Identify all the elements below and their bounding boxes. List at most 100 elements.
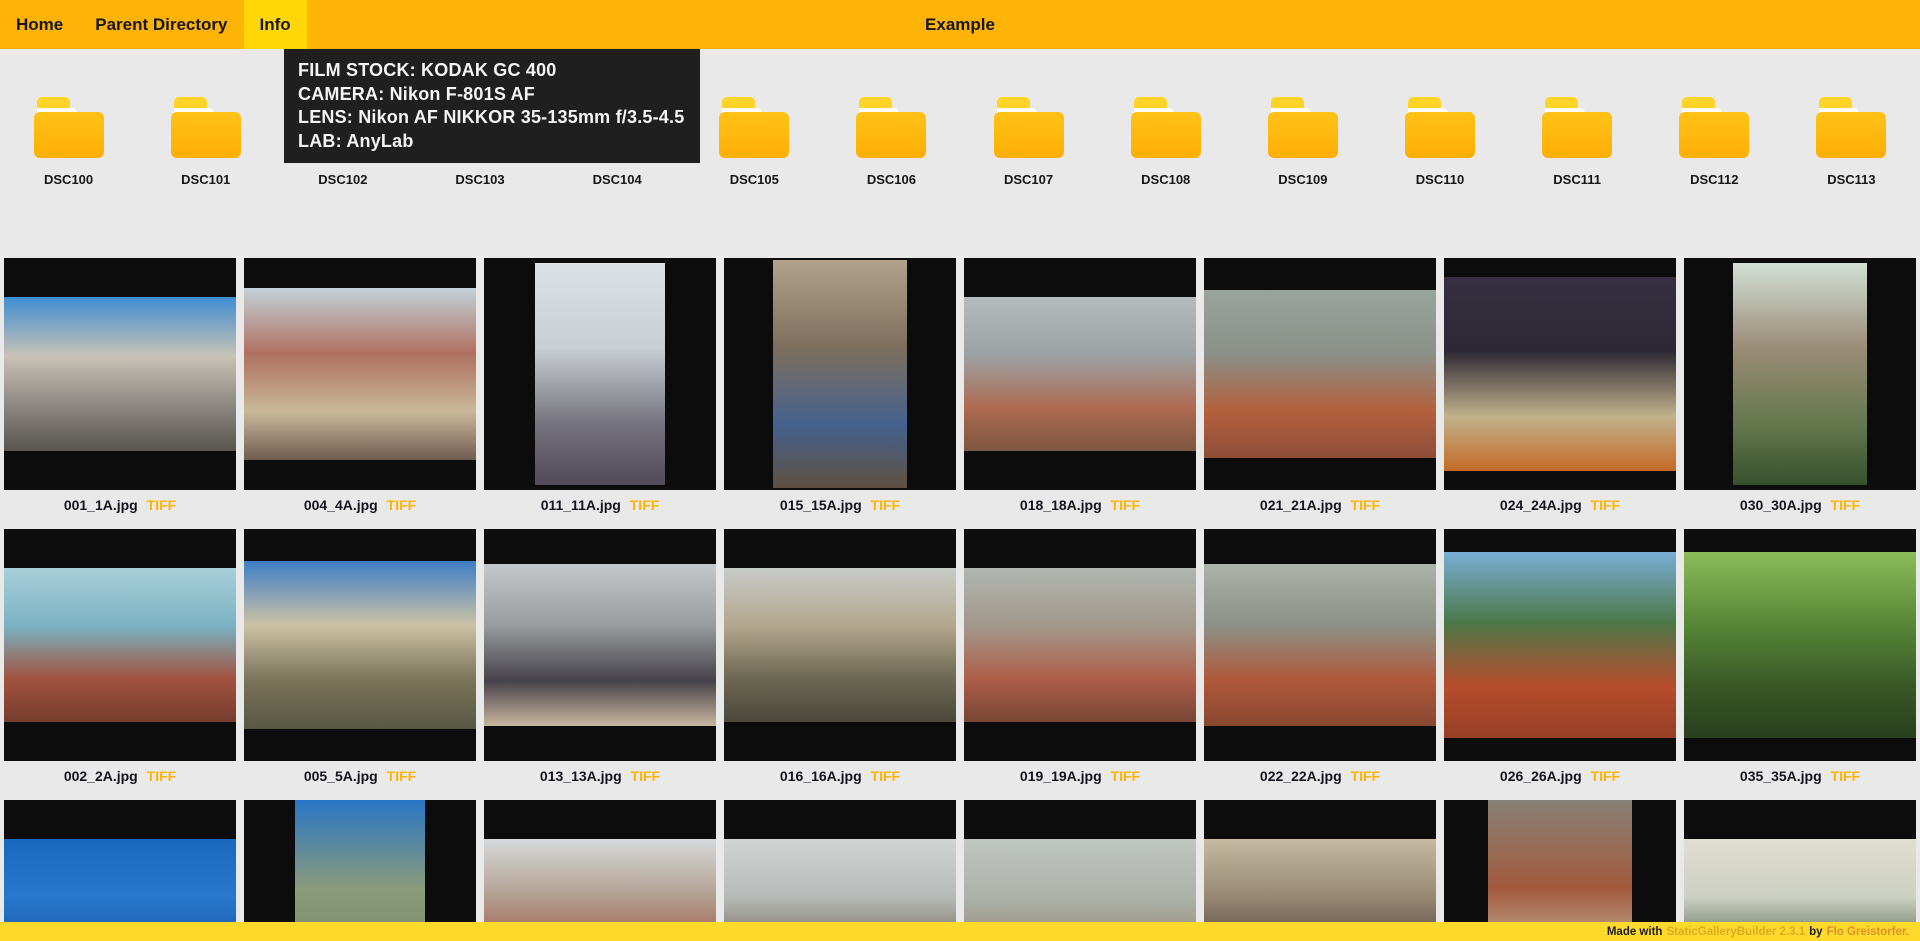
thumbnail[interactable] <box>244 800 476 941</box>
photo-filename: 035_35A.jpg <box>1740 768 1822 784</box>
folder-item-dsc108[interactable]: DSC108 <box>1097 97 1234 258</box>
photo-filename: 022_22A.jpg <box>1260 768 1342 784</box>
thumbnail[interactable] <box>1204 800 1436 941</box>
thumbnail[interactable] <box>244 529 476 761</box>
thumbnail[interactable] <box>4 529 236 761</box>
thumbnail[interactable] <box>1444 258 1676 490</box>
folder-item-dsc106[interactable]: DSC106 <box>823 97 960 258</box>
photo-placeholder <box>1684 552 1916 738</box>
tiff-link[interactable]: TIFF <box>387 497 417 513</box>
thumbnail[interactable] <box>724 258 956 490</box>
folder-item-dsc101[interactable]: DSC101 <box>137 97 274 258</box>
nav-item-home[interactable]: Home <box>0 0 79 49</box>
footer: Made with StaticGalleryBuilder 2.3.1 by … <box>0 922 1920 941</box>
photo-caption: 030_30A.jpg TIFF <box>1684 493 1916 517</box>
thumbnail[interactable] <box>484 258 716 490</box>
nav-item-parent-directory[interactable]: Parent Directory <box>79 0 243 49</box>
tiff-link[interactable]: TIFF <box>387 768 417 784</box>
gallery-item: 005_5A.jpg TIFF <box>244 529 476 800</box>
folder-icon <box>1539 97 1615 159</box>
photo-placeholder <box>484 564 716 726</box>
tiff-link[interactable]: TIFF <box>147 497 177 513</box>
photo-filename: 004_4A.jpg <box>304 497 378 513</box>
photo-caption: 001_1A.jpg TIFF <box>4 493 236 517</box>
thumbnail[interactable] <box>964 258 1196 490</box>
thumbnail[interactable] <box>1684 529 1916 761</box>
gallery-row: 002_2A.jpg TIFF 005_5A.jpg TIFF 013_13A.… <box>0 529 1920 800</box>
gallery-item: 021_21A.jpg TIFF <box>1204 258 1436 529</box>
folder-item-dsc100[interactable]: DSC100 <box>0 97 137 258</box>
photo-caption: 021_21A.jpg TIFF <box>1204 493 1436 517</box>
folder-item-dsc110[interactable]: DSC110 <box>1371 97 1508 258</box>
tiff-link[interactable]: TIFF <box>871 497 901 513</box>
tiff-link[interactable]: TIFF <box>1351 768 1381 784</box>
folder-label: DSC100 <box>44 172 93 187</box>
tiff-link[interactable]: TIFF <box>1111 768 1141 784</box>
footer-by: by <box>1809 926 1822 938</box>
tiff-link[interactable]: TIFF <box>1111 497 1141 513</box>
thumbnail[interactable] <box>484 800 716 941</box>
photo-placeholder <box>1488 800 1632 941</box>
folder-label: DSC101 <box>181 172 230 187</box>
tiff-link[interactable]: TIFF <box>1831 768 1861 784</box>
thumbnail[interactable] <box>1444 529 1676 761</box>
photo-placeholder <box>4 297 236 450</box>
thumbnail[interactable] <box>1684 258 1916 490</box>
tiff-link[interactable]: TIFF <box>871 768 901 784</box>
nav-item-info[interactable]: Info <box>244 0 307 49</box>
folder-icon <box>991 97 1067 159</box>
folder-label: DSC104 <box>593 172 642 187</box>
builder-link[interactable]: StaticGalleryBuilder 2.3.1 <box>1666 926 1805 938</box>
photo-caption: 004_4A.jpg TIFF <box>244 493 476 517</box>
tooltip-lab: LAB: AnyLab <box>298 130 686 154</box>
folder-label: DSC105 <box>730 172 779 187</box>
thumbnail[interactable] <box>1444 800 1676 941</box>
thumbnail[interactable] <box>4 800 236 941</box>
folder-item-dsc107[interactable]: DSC107 <box>960 97 1097 258</box>
photo-caption: 016_16A.jpg TIFF <box>724 764 956 788</box>
folder-label: DSC108 <box>1141 172 1190 187</box>
gallery-item <box>724 800 956 941</box>
thumbnail[interactable] <box>1204 258 1436 490</box>
author-link[interactable]: Flo Greistorfer. <box>1827 926 1909 938</box>
thumbnail[interactable] <box>724 529 956 761</box>
folder-item-dsc105[interactable]: DSC105 <box>686 97 823 258</box>
thumbnail[interactable] <box>484 529 716 761</box>
photo-placeholder <box>1204 564 1436 726</box>
photo-filename: 024_24A.jpg <box>1500 497 1582 513</box>
folder-item-dsc109[interactable]: DSC109 <box>1234 97 1371 258</box>
tiff-link[interactable]: TIFF <box>147 768 177 784</box>
photo-caption: 024_24A.jpg TIFF <box>1444 493 1676 517</box>
folder-icon <box>1265 97 1341 159</box>
photo-placeholder <box>1444 277 1676 472</box>
folder-item-dsc112[interactable]: DSC112 <box>1646 97 1783 258</box>
thumbnail[interactable] <box>964 529 1196 761</box>
tooltip-camera: CAMERA: Nikon F-801S AF <box>298 83 686 107</box>
tiff-link[interactable]: TIFF <box>1591 768 1621 784</box>
thumbnail[interactable] <box>4 258 236 490</box>
photo-caption: 015_15A.jpg TIFF <box>724 493 956 517</box>
gallery-item <box>4 800 236 941</box>
photo-filename: 015_15A.jpg <box>780 497 862 513</box>
tiff-link[interactable]: TIFF <box>1351 497 1381 513</box>
tiff-link[interactable]: TIFF <box>630 497 660 513</box>
gallery-item <box>244 800 476 941</box>
photo-caption: 022_22A.jpg TIFF <box>1204 764 1436 788</box>
thumbnail[interactable] <box>964 800 1196 941</box>
tiff-link[interactable]: TIFF <box>1831 497 1861 513</box>
photo-filename: 011_11A.jpg <box>541 497 621 513</box>
tiff-link[interactable]: TIFF <box>631 768 661 784</box>
thumbnail[interactable] <box>1204 529 1436 761</box>
folder-item-dsc113[interactable]: DSC113 <box>1783 97 1920 258</box>
thumbnail[interactable] <box>244 258 476 490</box>
photo-filename: 005_5A.jpg <box>304 768 378 784</box>
photo-placeholder <box>964 297 1196 450</box>
thumbnail[interactable] <box>1684 800 1916 941</box>
photo-placeholder <box>1444 552 1676 738</box>
gallery-item: 018_18A.jpg TIFF <box>964 258 1196 529</box>
thumbnail[interactable] <box>724 800 956 941</box>
folder-label: DSC110 <box>1416 172 1464 187</box>
folder-item-dsc111[interactable]: DSC111 <box>1509 97 1646 258</box>
tiff-link[interactable]: TIFF <box>1591 497 1621 513</box>
photo-caption: 013_13A.jpg TIFF <box>484 764 716 788</box>
